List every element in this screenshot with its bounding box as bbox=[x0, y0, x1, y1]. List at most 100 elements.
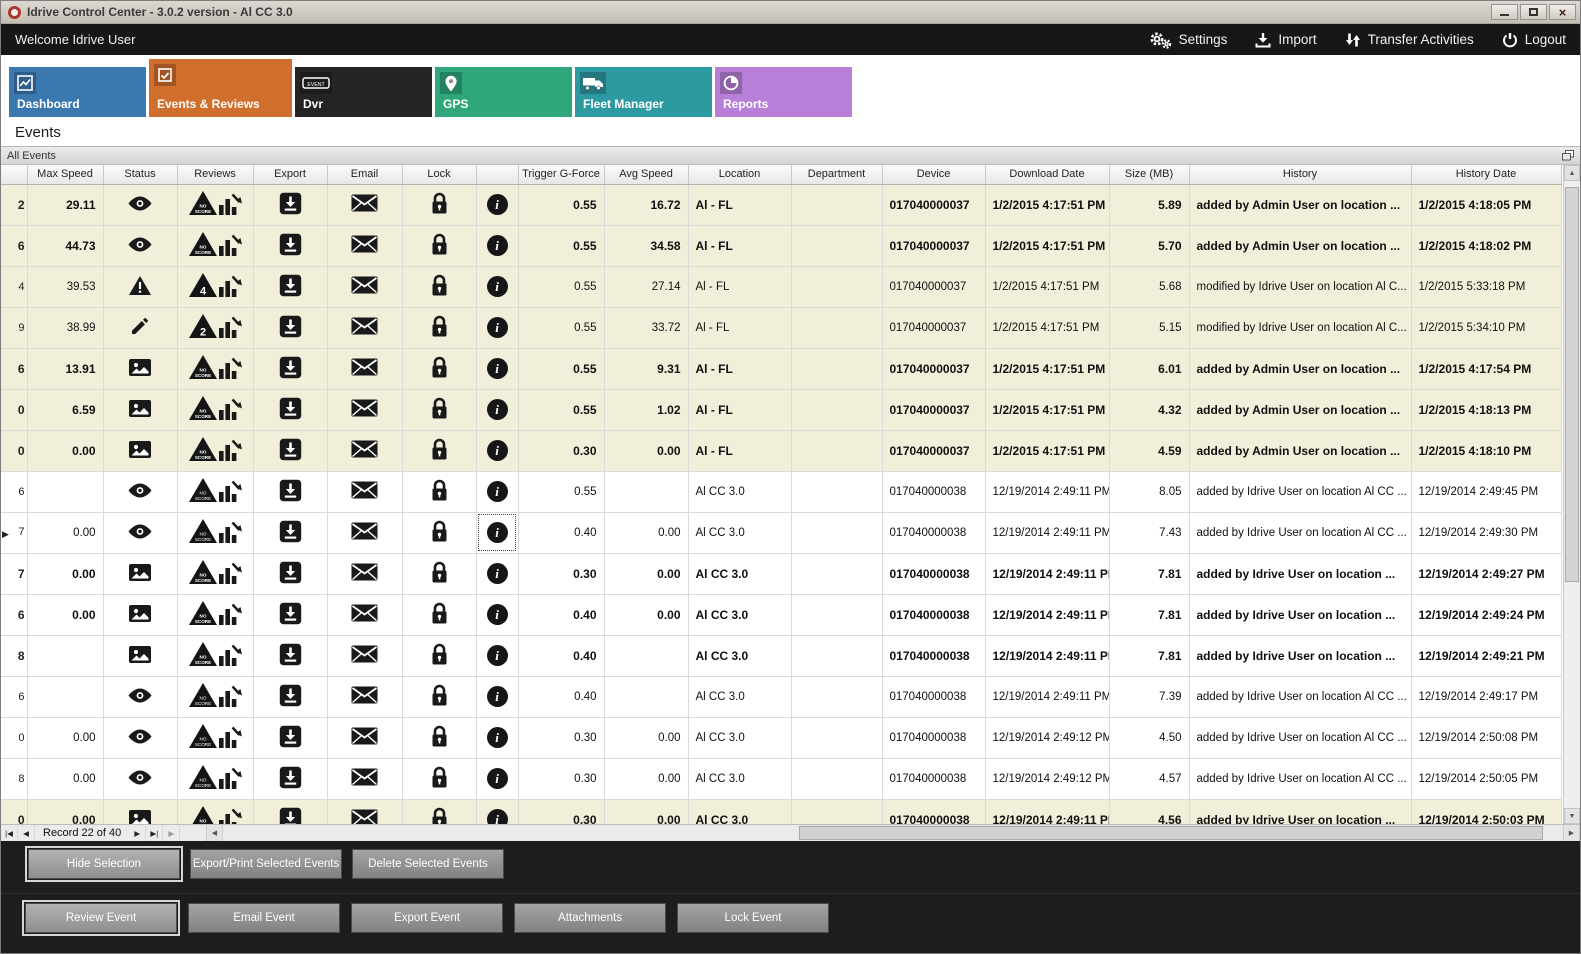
export-download-icon[interactable] bbox=[279, 614, 302, 628]
lock-padlock-icon[interactable] bbox=[430, 368, 449, 382]
last-record-button[interactable]: ▶| bbox=[146, 826, 163, 841]
email-envelope-icon[interactable] bbox=[351, 611, 378, 625]
cell-export[interactable] bbox=[253, 348, 327, 389]
cell-reviews[interactable]: NOSCORE bbox=[177, 389, 253, 430]
review-score-badge-icon[interactable]: 4 bbox=[188, 272, 218, 298]
cell-export[interactable] bbox=[253, 430, 327, 471]
lock-padlock-icon[interactable] bbox=[430, 534, 449, 546]
column-header-size-mb[interactable]: Size (MB) bbox=[1109, 165, 1189, 184]
tab-reports[interactable]: Reports bbox=[715, 67, 852, 117]
cell-reviews[interactable]: NOSCORE bbox=[177, 676, 253, 717]
vertical-scrollbar[interactable]: ▲ ▼ bbox=[1563, 165, 1580, 824]
email-envelope-icon[interactable] bbox=[351, 242, 378, 256]
cell-email[interactable] bbox=[327, 758, 402, 799]
review-chart-icon[interactable] bbox=[218, 807, 243, 824]
lock-padlock-icon[interactable] bbox=[430, 614, 449, 628]
column-header-avg-speed[interactable]: Avg Speed bbox=[604, 165, 688, 184]
cell-email[interactable] bbox=[327, 348, 402, 389]
cell-export[interactable] bbox=[253, 184, 327, 225]
cell-reviews[interactable]: 2 bbox=[177, 307, 253, 348]
column-header-device[interactable]: Device bbox=[882, 165, 985, 184]
cell-info[interactable]: i bbox=[476, 512, 518, 553]
column-header-email[interactable]: Email bbox=[327, 165, 402, 184]
prev-record-button[interactable]: ◀ bbox=[18, 826, 35, 841]
cell-reviews[interactable]: NOSCORE bbox=[177, 553, 253, 594]
cell-lock[interactable] bbox=[402, 799, 476, 824]
review-chart-icon[interactable] bbox=[218, 520, 243, 544]
lock-event-button[interactable]: Lock Event bbox=[677, 903, 829, 933]
email-envelope-icon[interactable] bbox=[351, 736, 378, 748]
cell-reviews[interactable]: NOSCORE bbox=[177, 635, 253, 676]
cell-reviews[interactable]: NOSCORE bbox=[177, 184, 253, 225]
tab-dashboard[interactable]: Dashboard bbox=[9, 67, 146, 117]
review-score-badge-icon[interactable]: NOSCORE bbox=[188, 682, 218, 708]
table-row[interactable]: 70.00NOSCOREi0.300.00Al CC 3.00170400000… bbox=[1, 553, 1561, 594]
email-envelope-icon[interactable] bbox=[351, 447, 378, 461]
cell-reviews[interactable]: NOSCORE bbox=[177, 717, 253, 758]
column-header-reviews[interactable]: Reviews bbox=[177, 165, 253, 184]
column-header-history-date[interactable]: History Date bbox=[1411, 165, 1561, 184]
menu-logout[interactable]: Logout bbox=[1502, 32, 1566, 48]
email-envelope-icon[interactable] bbox=[351, 406, 378, 420]
cell-info[interactable]: i bbox=[476, 676, 518, 717]
review-chart-icon[interactable] bbox=[218, 602, 243, 626]
review-chart-icon[interactable] bbox=[218, 315, 243, 339]
cell-reviews[interactable]: NOSCORE bbox=[177, 471, 253, 512]
email-envelope-icon[interactable] bbox=[351, 285, 378, 297]
scroll-up-icon[interactable]: ▲ bbox=[1564, 165, 1580, 181]
cell-lock[interactable] bbox=[402, 553, 476, 594]
table-row[interactable]: 00.00NOSCOREi0.300.00Al CC 3.00170400000… bbox=[1, 799, 1561, 824]
cell-email[interactable] bbox=[327, 635, 402, 676]
info-icon[interactable]: i bbox=[487, 563, 508, 584]
menu-import[interactable]: Import bbox=[1255, 32, 1316, 48]
table-row[interactable]: 6NOSCOREi0.40Al CC 3.001704000003812/19/… bbox=[1, 676, 1561, 717]
table-row[interactable]: 229.11NOSCOREi0.5516.72Al - FL0170400000… bbox=[1, 184, 1561, 225]
column-header-status[interactable]: Status bbox=[103, 165, 177, 184]
table-row[interactable]: 439.534i0.5527.14Al - FL0170400000371/2/… bbox=[1, 266, 1561, 307]
scroll-down-icon[interactable]: ▼ bbox=[1564, 808, 1580, 824]
lock-padlock-icon[interactable] bbox=[430, 698, 449, 710]
cell-export[interactable] bbox=[253, 266, 327, 307]
cell-info[interactable]: i bbox=[476, 266, 518, 307]
review-score-badge-icon[interactable]: NOSCORE bbox=[188, 559, 218, 585]
lock-padlock-icon[interactable] bbox=[430, 450, 449, 464]
review-score-badge-icon[interactable]: NOSCORE bbox=[188, 354, 218, 380]
cell-email[interactable] bbox=[327, 471, 402, 512]
table-row[interactable]: 6NOSCOREi0.55Al CC 3.001704000003812/19/… bbox=[1, 471, 1561, 512]
cell-export[interactable] bbox=[253, 676, 327, 717]
review-chart-icon[interactable] bbox=[218, 684, 243, 708]
lock-padlock-icon[interactable] bbox=[430, 780, 449, 792]
email-envelope-icon[interactable] bbox=[351, 201, 378, 215]
review-chart-icon[interactable] bbox=[218, 725, 243, 749]
cell-info[interactable]: i bbox=[476, 799, 518, 824]
table-row[interactable]: 06.59NOSCOREi0.551.02Al - FL017040000037… bbox=[1, 389, 1561, 430]
cell-export[interactable] bbox=[253, 512, 327, 553]
column-header-history[interactable]: History bbox=[1189, 165, 1411, 184]
cell-reviews[interactable]: NOSCORE bbox=[177, 430, 253, 471]
review-score-badge-icon[interactable]: NOSCORE bbox=[188, 477, 218, 503]
review-score-badge-icon[interactable]: NOSCORE bbox=[188, 723, 218, 749]
cell-lock[interactable] bbox=[402, 348, 476, 389]
info-icon[interactable]: i bbox=[487, 481, 508, 502]
table-row[interactable]: 00.00NOSCOREi0.300.00Al CC 3.00170400000… bbox=[1, 717, 1561, 758]
cell-email[interactable] bbox=[327, 266, 402, 307]
review-score-badge-icon[interactable]: NOSCORE bbox=[188, 231, 218, 257]
email-envelope-icon[interactable] bbox=[351, 490, 378, 502]
table-row[interactable]: 613.91NOSCOREi0.559.31Al - FL01704000003… bbox=[1, 348, 1561, 389]
export-download-icon[interactable] bbox=[279, 368, 302, 382]
cell-email[interactable] bbox=[327, 676, 402, 717]
review-chart-icon[interactable] bbox=[218, 766, 243, 790]
cell-lock[interactable] bbox=[402, 184, 476, 225]
lock-padlock-icon[interactable] bbox=[430, 288, 449, 300]
cell-reviews[interactable]: NOSCORE bbox=[177, 225, 253, 266]
lock-padlock-icon[interactable] bbox=[430, 329, 449, 341]
lock-padlock-icon[interactable] bbox=[430, 493, 449, 505]
menu-settings[interactable]: Settings bbox=[1148, 31, 1228, 49]
lock-padlock-icon[interactable] bbox=[430, 245, 449, 259]
cell-lock[interactable] bbox=[402, 430, 476, 471]
column-header-export[interactable]: Export bbox=[253, 165, 327, 184]
email-envelope-icon[interactable] bbox=[351, 816, 378, 824]
export-download-icon[interactable] bbox=[279, 739, 302, 751]
cell-export[interactable] bbox=[253, 471, 327, 512]
review-score-badge-icon[interactable]: NOSCORE bbox=[188, 436, 218, 462]
